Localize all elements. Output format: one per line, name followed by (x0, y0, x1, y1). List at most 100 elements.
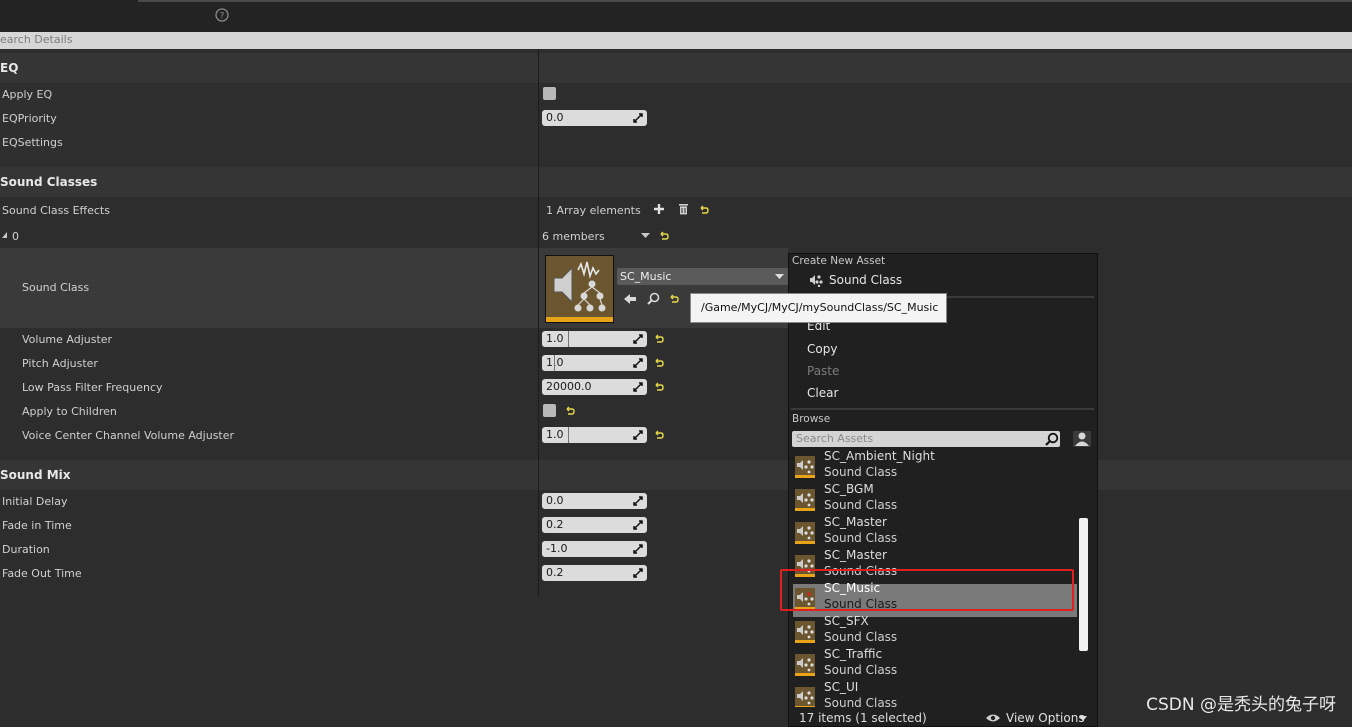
asset-item[interactable]: SC_BGM Sound Class (793, 482, 1077, 518)
asset-type: Sound Class (824, 663, 898, 677)
low-pass-field[interactable]: 20000.0 (542, 379, 647, 395)
eq-priority-field[interactable]: 0.0 (542, 110, 647, 126)
asset-list-scrollbar[interactable] (1079, 518, 1088, 651)
browse-header: Browse (792, 413, 831, 425)
apply-eq-label: Apply EQ (2, 88, 53, 101)
view-options-button[interactable]: View Options (985, 711, 1089, 726)
asset-name: SC_Traffic (824, 647, 883, 661)
pitch-adjuster-label: Pitch Adjuster (22, 357, 98, 370)
reset-to-default-icon[interactable] (654, 358, 664, 368)
category-title: Sound Classes (0, 175, 98, 189)
apply-eq-checkbox[interactable] (543, 87, 556, 100)
fade-in-label: Fade in Time (2, 519, 72, 532)
apply-children-checkbox[interactable] (543, 404, 556, 417)
asset-name: SC_BGM (824, 482, 874, 496)
sound-class-effects-label: Sound Class Effects (2, 204, 110, 217)
asset-path-tooltip: /Game/MyCJ/MyCJ/mySoundClass/SC_Music (690, 293, 947, 323)
array-elements-count: 1 Array elements (546, 204, 641, 217)
drag-arrows-icon (633, 568, 643, 578)
field-value: 20000.0 (546, 380, 592, 393)
search-assets-input[interactable]: Search Assets (792, 431, 1060, 447)
svg-text:?: ? (220, 12, 225, 22)
members-dropdown-icon[interactable] (641, 233, 650, 239)
field-value: 1.0 (546, 332, 564, 345)
members-count: 6 members (542, 230, 605, 243)
details-toolbar: ? (0, 0, 1352, 32)
asset-item[interactable]: SC_Master Sound Class (793, 515, 1077, 551)
expand-arrow-icon[interactable] (2, 231, 8, 239)
menu-copy[interactable]: Copy (807, 342, 837, 356)
initial-delay-field[interactable]: 0.0 (542, 493, 647, 509)
sound-class-icon (795, 621, 815, 643)
fade-in-field[interactable]: 0.2 (542, 517, 647, 533)
field-value: 0.0 (546, 111, 564, 124)
reset-to-default-icon[interactable] (669, 294, 679, 304)
asset-name: SC_Ambient_Night (824, 449, 935, 463)
create-new-asset-header: Create New Asset (792, 255, 886, 267)
drag-arrows-icon (633, 496, 643, 506)
asset-item[interactable]: SC_Traffic Sound Class (793, 647, 1077, 683)
drag-arrows-icon (633, 520, 643, 530)
category-sound-classes[interactable]: Sound Classes (0, 167, 1352, 197)
create-sound-class-label: Sound Class (829, 273, 903, 287)
asset-item[interactable]: SC_SFX Sound Class (793, 614, 1077, 650)
help-icon[interactable]: ? (215, 8, 229, 22)
drag-arrows-icon (633, 358, 643, 368)
use-selected-arrow-icon[interactable] (623, 293, 637, 305)
drag-arrows-icon (633, 382, 643, 392)
voice-center-field[interactable]: 1.0 (542, 427, 647, 443)
reset-to-default-icon[interactable] (654, 382, 664, 392)
category-eq[interactable]: EQ (0, 53, 1352, 83)
asset-name: SC_Master (824, 515, 887, 529)
volume-adjuster-label: Volume Adjuster (22, 333, 113, 346)
reset-to-default-icon[interactable] (699, 205, 709, 215)
field-value: 1.0 (546, 428, 564, 441)
asset-item[interactable]: SC_Ambient_Night Sound Class (793, 449, 1077, 485)
reset-to-default-icon[interactable] (654, 334, 664, 344)
chevron-down-icon (1079, 716, 1087, 721)
search-details-input[interactable]: earch Details (0, 32, 1352, 49)
pitch-adjuster-field[interactable]: 1.0 (542, 355, 647, 371)
add-element-icon[interactable] (653, 203, 665, 215)
sound-class-icon (546, 256, 613, 322)
asset-type: Sound Class (824, 498, 898, 512)
fade-out-label: Fade Out Time (2, 567, 82, 580)
volume-adjuster-field[interactable]: 1.0 (542, 331, 647, 347)
browse-magnifier-icon[interactable] (647, 292, 660, 305)
category-title: Sound Mix (0, 468, 71, 482)
field-value: -1.0 (546, 542, 568, 555)
drag-arrows-icon (633, 544, 643, 554)
sound-class-small-icon (810, 275, 823, 287)
sound-class-thumbnail[interactable] (545, 255, 614, 323)
sound-class-icon (795, 654, 815, 676)
search-icon (1045, 432, 1059, 446)
menu-clear[interactable]: Clear (807, 386, 838, 400)
asset-item[interactable]: SC_UI Sound Class (793, 680, 1077, 707)
reset-to-default-icon[interactable] (565, 406, 575, 416)
reset-to-default-icon[interactable] (654, 430, 664, 440)
asset-type: Sound Class (824, 465, 898, 479)
duration-field[interactable]: -1.0 (542, 541, 647, 557)
category-title: EQ (0, 61, 19, 75)
asset-type: Sound Class (824, 630, 898, 644)
reset-to-default-icon[interactable] (659, 231, 669, 241)
search-placeholder: earch Details (0, 33, 73, 46)
sound-class-icon (795, 489, 815, 511)
sound-class-combo[interactable]: SC_Music (617, 268, 788, 285)
category-sound-mix[interactable]: Sound Mix (0, 460, 1352, 490)
create-sound-class-item[interactable]: Sound Class (789, 270, 1095, 292)
fade-out-field[interactable]: 0.2 (542, 565, 647, 581)
asset-type: Sound Class (824, 531, 898, 545)
search-assets-placeholder: Search Assets (796, 432, 874, 445)
items-status: 17 items (1 selected) (799, 711, 927, 725)
filter-user-button[interactable] (1073, 431, 1091, 447)
sound-class-icon (795, 687, 815, 707)
drag-arrows-icon (633, 430, 643, 440)
column-divider[interactable] (538, 49, 539, 596)
duration-label: Duration (2, 543, 50, 556)
sound-class-icon (795, 456, 815, 478)
delete-elements-icon[interactable] (678, 203, 689, 215)
asset-path: /Game/MyCJ/MyCJ/mySoundClass/SC_Music (701, 301, 939, 314)
field-value: 0.2 (546, 518, 564, 531)
voice-center-label: Voice Center Channel Volume Adjuster (22, 429, 235, 442)
